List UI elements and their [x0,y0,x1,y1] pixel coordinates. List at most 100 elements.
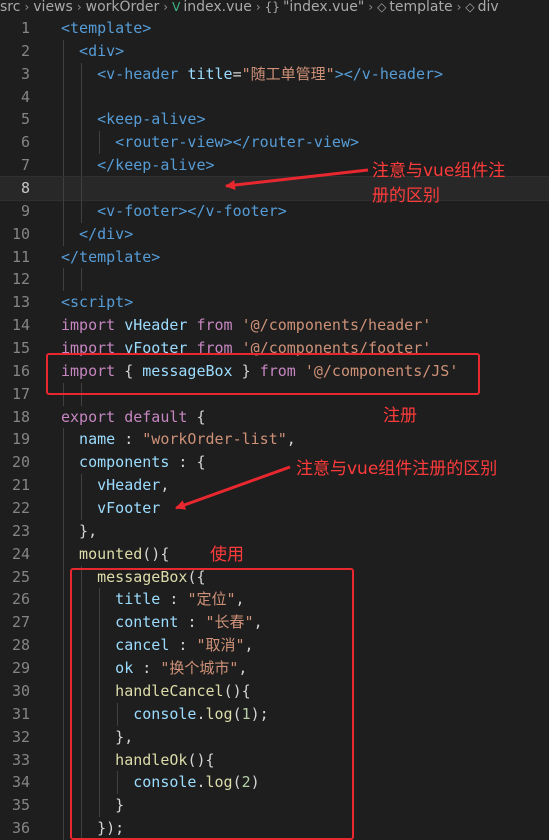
code-text: import vHeader from '@/components/header… [61,314,431,337]
code-line[interactable]: 13 <script> [0,291,549,314]
code-token: components [61,453,179,472]
line-number: 6 [20,133,30,152]
line-number: 17 [11,384,30,403]
code-text: <template> [61,17,151,40]
code-text: mounted(){ [61,543,169,566]
code-token: , [286,430,296,449]
code-token: title [187,64,233,83]
line-number: 7 [20,156,30,175]
code-text: vHeader, [61,474,169,497]
cube-icon: ◇ [465,0,475,14]
code-text: }, [61,520,97,543]
code-line[interactable]: 19 name : "workOrder-list", [0,428,549,452]
breadcrumb-item[interactable]: index.vue [183,0,252,14]
line-number: 21 [11,476,30,495]
usage-highlight-box [70,568,354,840]
code-text: <router-view></router-view> [61,131,359,154]
line-number: 13 [11,293,30,312]
code-token: <v-footer></v-footer> [61,201,287,220]
code-text: name : "workOrder-list", [61,428,296,451]
code-line[interactable]: 2 <div> [0,39,549,63]
code-token: ></v-header> [334,64,444,83]
code-text: <keep-alive> [61,108,205,131]
code-token: "随工单管理" [241,64,335,83]
indent-guide [81,85,83,109]
annotation-note-top: 注意与vue组件注 册的区别 [372,161,506,206]
breadcrumb-item[interactable]: template [389,0,452,14]
code-text: export default { [61,406,206,429]
indent-guide [63,177,64,200]
code-line[interactable]: 5 <keep-alive> [0,108,549,132]
code-token: default [124,407,197,426]
line-number: 33 [11,750,30,769]
line-number: 23 [11,521,30,540]
chevron-right-icon: › [368,0,374,14]
line-number: 35 [11,796,30,815]
line-number: 2 [20,41,30,60]
line-number: 30 [11,681,30,700]
line-number: 32 [11,727,30,746]
code-token: }, [61,521,98,540]
line-number: 4 [20,87,30,106]
indent-guide [63,268,64,292]
code-line[interactable]: 14 import vHeader from '@/components/head… [0,314,549,337]
code-line[interactable]: 22 vFooter [0,497,549,520]
line-number: 16 [11,361,30,380]
line-number: 9 [20,201,30,220]
code-line[interactable]: 23 }, [0,519,549,543]
braces-icon: {} [264,0,280,14]
import-highlight-box [46,353,480,395]
line-number: 15 [11,339,30,358]
code-token: <template> [61,19,152,37]
breadcrumb: src › views › workOrder › Vindex.vue ›{} "index.… [0,0,549,16]
code-line[interactable]: 24 mounted(){ [0,542,549,566]
line-number: 18 [11,407,30,426]
chevron-right-icon: › [76,0,82,14]
annotation-note-use: 使用 [210,545,244,565]
code-token: = [232,64,242,83]
code-line[interactable]: 6 <router-view></router-view> [0,131,549,155]
line-number: 3 [20,64,30,83]
code-text: <script> [61,291,133,314]
line-number: 8 [20,179,30,198]
line-number: 10 [11,224,30,243]
code-text: vFooter [61,497,160,520]
code-token: <router-view></router-view> [61,133,360,152]
code-text: <v-header title="随工单管理"></v-header> [61,63,443,86]
code-token: </keep-alive> [61,156,215,175]
breadcrumb-item[interactable]: "index.vue" [283,0,364,14]
code-line[interactable]: 11 </template> [0,246,549,269]
chevron-right-icon: › [255,0,261,14]
code-line[interactable]: 10 </div> [0,222,549,246]
code-line[interactable]: 1 <template> [0,17,549,40]
line-number: 11 [11,247,30,266]
line-number: 14 [11,316,30,335]
line-number: 28 [11,636,30,655]
line-number: 1 [20,19,30,37]
code-line[interactable]: 3 <v-header title="随工单管理"></v-header> [0,62,549,86]
code-token: </div> [61,224,134,243]
indent-guide [63,85,64,109]
breadcrumb-item[interactable]: workOrder [86,0,160,14]
code-token: </template> [61,247,161,266]
line-number: 27 [11,613,30,632]
code-text: </div> [61,223,133,246]
line-number: 12 [11,270,30,289]
cube-icon: ◇ [377,0,387,14]
code-line[interactable]: 18 export default { [0,406,549,429]
code-text: <div> [61,40,124,63]
chevron-right-icon: › [163,0,169,14]
annotation-note-components: 注意与vue组件注册的区别 [296,459,498,479]
line-number: 22 [11,499,30,518]
code-token: (){ [142,544,170,563]
breadcrumb-item[interactable]: src [0,0,20,14]
code-token: vHeader [124,316,197,335]
breadcrumb-item[interactable]: views [33,0,73,14]
code-token: <script> [61,293,134,312]
line-number: 36 [11,819,30,838]
code-token: '@/components/header' [241,316,432,335]
code-line[interactable]: 12 [0,268,549,292]
code-line[interactable]: 4 [0,85,549,109]
code-token: vFooter [61,499,161,518]
breadcrumb-item[interactable]: div [478,0,499,14]
